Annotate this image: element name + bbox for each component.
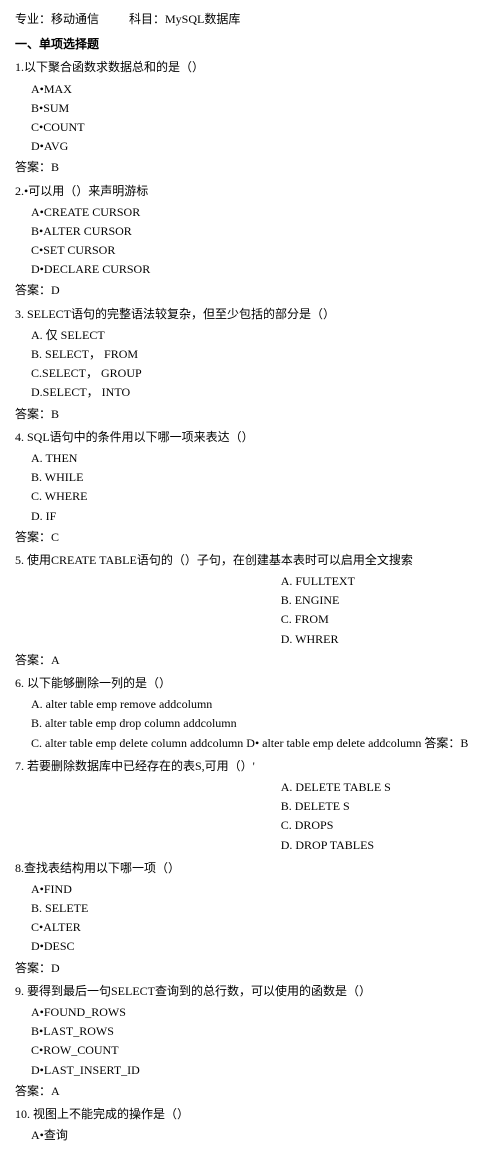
- question-3-answer: 答案：B: [15, 405, 485, 424]
- question-1-answer: 答案：B: [15, 158, 485, 177]
- question-4-options: A. THEN B. WHILE C. WHERE D. IF: [31, 449, 485, 526]
- major-label: 专业：移动通信: [15, 10, 99, 29]
- question-8-options: A•FIND B. SELETE C•ALTER D•DESC: [31, 880, 485, 957]
- section-title: 一、单项选择题: [15, 35, 485, 54]
- question-2-text: 2.•可以用（）来声明游标: [15, 182, 485, 201]
- question-7-options-right: A. DELETE TABLE S B. DELETE S C. DROPS D…: [281, 778, 485, 855]
- question-4: 4. SQL语句中的条件用以下哪一项来表达（） A. THEN B. WHILE…: [15, 428, 485, 547]
- question-5: 5. 使用CREATE TABLE语句的（）子句，在创建基本表时可以启用全文搜索…: [15, 551, 485, 670]
- question-2: 2.•可以用（）来声明游标 A•CREATE CURSOR B•ALTER CU…: [15, 182, 485, 301]
- question-10-text: 10. 视图上不能完成的操作是（）: [15, 1105, 485, 1124]
- question-3: 3. SELECT语句的完整语法较复杂，但至少包括的部分是（） A. 仅 SEL…: [15, 305, 485, 424]
- question-3-text: 3. SELECT语句的完整语法较复杂，但至少包括的部分是（）: [15, 305, 485, 324]
- question-8-text: 8.查找表结构用以下哪一项（）: [15, 859, 485, 878]
- subject-label: 科目：MySQL数据库: [129, 10, 240, 29]
- question-1-text: 1.以下聚合函数求数据总和的是（）: [15, 58, 485, 77]
- question-4-text: 4. SQL语句中的条件用以下哪一项来表达（）: [15, 428, 485, 447]
- question-6: 6. 以下能够删除一列的是（） A. alter table emp remov…: [15, 674, 485, 753]
- question-9-options: A•FOUND_ROWS B•LAST_ROWS C•ROW_COUNT D•L…: [31, 1003, 485, 1080]
- question-5-options-right: A. FULLTEXT B. ENGINE C. FROM D. WHRER: [281, 572, 485, 649]
- question-1: 1.以下聚合函数求数据总和的是（） A•MAX B•SUM C•COUNT D•…: [15, 58, 485, 177]
- question-5-answer: 答案：A: [15, 651, 485, 670]
- question-4-answer: 答案：C: [15, 528, 485, 547]
- question-10-options: A•查询: [31, 1126, 485, 1145]
- question-2-answer: 答案：D: [15, 281, 485, 300]
- question-5-layout: A. FULLTEXT B. ENGINE C. FROM D. WHRER: [15, 572, 485, 649]
- question-7: 7. 若要删除数据库中已经存在的表S,可用（）' A. DELETE TABLE…: [15, 757, 485, 855]
- question-10: 10. 视图上不能完成的操作是（） A•查询: [15, 1105, 485, 1145]
- question-6-options: A. alter table emp remove addcolumn B. a…: [31, 695, 485, 753]
- question-9: 9. 要得到最后一句SELECT查询到的总行数，可以使用的函数是（） A•FOU…: [15, 982, 485, 1101]
- header: 专业：移动通信 科目：MySQL数据库: [15, 10, 485, 29]
- question-8: 8.查找表结构用以下哪一项（） A•FIND B. SELETE C•ALTER…: [15, 859, 485, 978]
- question-1-options: A•MAX B•SUM C•COUNT D•AVG: [31, 80, 485, 157]
- question-6-text: 6. 以下能够删除一列的是（）: [15, 674, 485, 693]
- question-5-text: 5. 使用CREATE TABLE语句的（）子句，在创建基本表时可以启用全文搜索: [15, 551, 485, 570]
- question-9-text: 9. 要得到最后一句SELECT查询到的总行数，可以使用的函数是（）: [15, 982, 485, 1001]
- question-9-answer: 答案：A: [15, 1082, 485, 1101]
- question-7-text: 7. 若要删除数据库中已经存在的表S,可用（）': [15, 757, 485, 776]
- question-8-answer: 答案：D: [15, 959, 485, 978]
- question-5-options: [31, 572, 281, 649]
- question-7-layout: A. DELETE TABLE S B. DELETE S C. DROPS D…: [15, 778, 485, 855]
- question-3-options: A. 仅 SELECT B. SELECT， FROM C.SELECT， GR…: [31, 326, 485, 403]
- question-2-options: A•CREATE CURSOR B•ALTER CURSOR C•SET CUR…: [31, 203, 485, 280]
